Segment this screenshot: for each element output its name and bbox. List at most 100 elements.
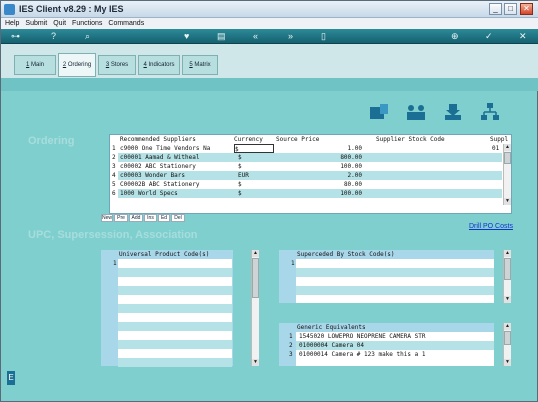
application-window: IES Client v8.29 : My IES _ □ ✕ Help Sub… <box>0 0 538 402</box>
column-header: Currency <box>234 136 263 143</box>
fast-forward-icon[interactable]: » <box>288 30 293 43</box>
scroll-down-icon[interactable]: ▼ <box>504 296 511 303</box>
tab-ordering[interactable]: 2 Ordering <box>58 53 96 77</box>
column-header: Generic Equivalents <box>297 324 366 331</box>
book-icon[interactable]: ▤ <box>217 30 226 43</box>
ordering-section-title: Ordering <box>28 135 75 147</box>
download-icon[interactable] <box>442 101 464 123</box>
generic-equivalents-table: Generic Equivalents 1 1545020 LOWEPRO NE… <box>279 323 494 366</box>
heart-icon[interactable]: ♥ <box>184 30 189 43</box>
edit-document-icon[interactable] <box>368 101 390 123</box>
source-price[interactable]: 2.00 <box>276 171 362 180</box>
suppliers-scrollbar[interactable]: ▲ ▼ <box>503 144 511 205</box>
supplier-name[interactable]: c00002 ABC Stationery <box>120 162 232 171</box>
maximize-button[interactable]: □ <box>504 3 517 15</box>
menu-submit[interactable]: Submit <box>25 18 47 29</box>
row-bg <box>296 268 494 277</box>
column-header: Superceded By Stock Code(s) <box>297 251 395 258</box>
menu-quit[interactable]: Quit <box>53 18 66 29</box>
source-price[interactable]: 80.00 <box>276 180 362 189</box>
generic-scrollbar[interactable]: ▲ ▼ <box>503 323 511 366</box>
tab-main[interactable]: 1 Main <box>14 55 56 75</box>
row-bg <box>118 340 232 349</box>
close-icon[interactable]: ✕ <box>519 30 527 43</box>
rewind-icon[interactable]: « <box>253 30 258 43</box>
generic-item[interactable]: 01000004 Camera 04 <box>299 341 489 350</box>
scroll-down-icon[interactable]: ▼ <box>252 359 259 366</box>
generic-item[interactable]: 01000014 Camera # 123 make this a 1 <box>299 350 489 359</box>
drill-po-costs-link[interactable]: Drill PO Costs <box>469 223 513 230</box>
row-number: 1 <box>289 333 293 340</box>
search-icon[interactable]: ⌕ <box>85 30 90 43</box>
source-price[interactable]: 800.00 <box>276 153 362 162</box>
currency[interactable]: $ <box>238 162 268 171</box>
row-number: 1 <box>113 260 117 267</box>
key-icon[interactable]: ⊶ <box>11 30 20 43</box>
edit-button[interactable]: Ed <box>158 214 170 222</box>
column-header: Suppl <box>490 136 509 143</box>
row-bg <box>118 304 232 313</box>
delete-button[interactable]: Del <box>171 214 185 222</box>
superseded-table: Superceded By Stock Code(s) 1 <box>279 250 494 303</box>
tab-stores[interactable]: 3 Stores <box>98 55 136 75</box>
lock-icon[interactable]: ▯ <box>321 30 326 43</box>
superseded-scrollbar[interactable]: ▲ ▼ <box>503 250 511 303</box>
menu-commands[interactable]: Commands <box>108 18 144 29</box>
row-number: 1 <box>112 145 116 152</box>
network-icon[interactable] <box>479 101 501 123</box>
close-button[interactable]: ✕ <box>520 3 533 15</box>
scroll-thumb[interactable] <box>504 331 511 345</box>
supplier-name[interactable]: c9000 One Time Vendors Na <box>120 144 232 153</box>
row-bg <box>118 268 232 277</box>
currency[interactable]: $ <box>238 180 268 189</box>
row-bg <box>118 358 232 367</box>
window-title: IES Client v8.29 : My IES <box>19 4 124 14</box>
scroll-up-icon[interactable]: ▲ <box>252 250 259 257</box>
previous-button[interactable]: Pre <box>114 214 128 222</box>
column-header: Recommended Suppliers <box>120 136 196 143</box>
add-button[interactable]: Add <box>129 214 143 222</box>
globe-icon[interactable]: ⊕ <box>451 30 459 43</box>
menu-help[interactable]: Help <box>5 18 19 29</box>
source-price[interactable]: 100.00 <box>276 189 362 198</box>
menu-bar: Help Submit Quit Functions Commands <box>1 18 538 29</box>
column-header: Source Price <box>276 136 320 143</box>
supplier-name[interactable]: c00003 Wonder Bars <box>120 171 232 180</box>
supplier-name[interactable]: c00001 Aamad & Witheal <box>120 153 232 162</box>
menu-functions[interactable]: Functions <box>72 18 102 29</box>
insert-button[interactable]: Ins <box>144 214 157 222</box>
check-icon[interactable]: ✓ <box>485 30 493 43</box>
currency[interactable]: EUR <box>238 171 268 180</box>
tab-indicators[interactable]: 4 Indicators <box>138 55 180 75</box>
scroll-up-icon[interactable]: ▲ <box>504 144 511 151</box>
supplier-name[interactable]: C00002B ABC Stationery <box>120 180 232 189</box>
row-number: 3 <box>112 163 116 170</box>
source-price[interactable]: 100.00 <box>276 162 362 171</box>
currency[interactable]: $ <box>238 189 268 198</box>
generic-item[interactable]: 1545020 LOWEPRO NEOPRENE CAMERA STR <box>299 332 489 341</box>
row-number: 1 <box>291 260 295 267</box>
currency-input[interactable]: $ <box>234 144 274 153</box>
upc-section-title: UPC, Supersession, Association <box>28 229 198 241</box>
upc-body[interactable] <box>118 259 232 367</box>
new-button[interactable]: New <box>101 214 113 222</box>
header-stripe <box>1 78 538 91</box>
tab-bar: 1 Main 2 Ordering 3 Stores 4 Indicators … <box>1 44 538 78</box>
scroll-thumb[interactable] <box>504 258 511 280</box>
supplier-name[interactable]: 1000 World Specs <box>120 189 232 198</box>
minimize-button[interactable]: _ <box>489 3 502 15</box>
scroll-thumb[interactable] <box>252 258 259 298</box>
scroll-up-icon[interactable]: ▲ <box>504 323 511 330</box>
tab-matrix[interactable]: 5 Matrix <box>182 55 218 75</box>
help-icon[interactable]: ? <box>51 30 56 43</box>
scroll-down-icon[interactable]: ▼ <box>504 359 511 366</box>
scroll-down-icon[interactable]: ▼ <box>504 198 511 205</box>
people-icon[interactable] <box>405 101 427 123</box>
scroll-up-icon[interactable]: ▲ <box>504 250 511 257</box>
source-price[interactable]: 1.00 <box>276 144 362 153</box>
suppliers-table: Recommended Suppliers Currency Source Pr… <box>109 134 512 214</box>
scroll-thumb[interactable] <box>504 152 511 164</box>
upc-scrollbar[interactable]: ▲ ▼ <box>251 250 259 366</box>
superseded-body[interactable] <box>296 259 494 303</box>
currency[interactable]: $ <box>238 153 268 162</box>
